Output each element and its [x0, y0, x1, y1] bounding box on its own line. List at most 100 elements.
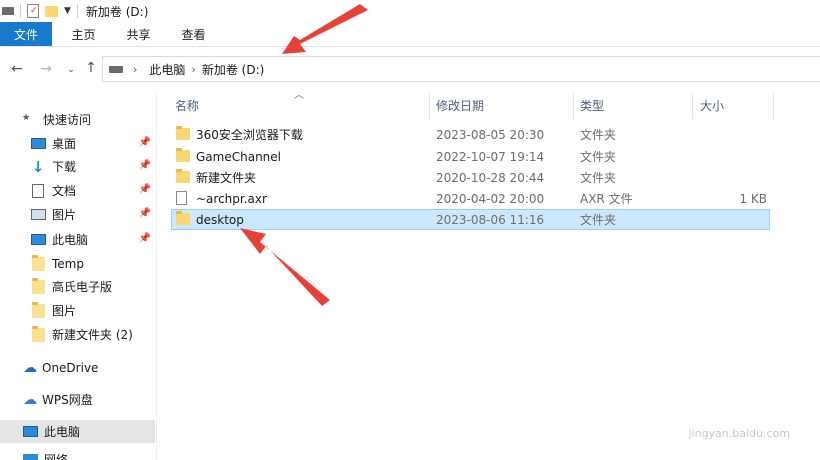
sidebar-item-label: 图片: [52, 208, 77, 222]
window-title: 新加卷 (D:): [85, 4, 149, 19]
sidebar-item-label: 新建文件夹 (2): [52, 328, 133, 342]
sidebar-item-downloads[interactable]: ↓ 下载 📌: [0, 155, 155, 178]
file-list: ︿ 名称 修改日期 类型 大小 360安全浏览器下载 2023-08-05 20…: [157, 90, 820, 460]
folder-icon: [176, 169, 190, 184]
toolbar-separator: [20, 4, 21, 18]
sidebar-item-label: 快速访问: [43, 113, 92, 127]
column-header-date[interactable]: 修改日期: [436, 91, 484, 119]
sidebar-item-label: WPS网盘: [42, 393, 93, 407]
column-header-size[interactable]: 大小: [700, 91, 724, 119]
drive-icon: [109, 65, 123, 73]
table-row[interactable]: GameChannel 2022-10-07 19:14 文件夹: [171, 146, 771, 167]
sidebar-item-label: Temp: [52, 256, 84, 271]
file-name: desktop: [196, 212, 244, 227]
sidebar-item-label: 文档: [52, 184, 77, 198]
back-button[interactable]: ←: [8, 60, 26, 78]
sidebar-item-onedrive[interactable]: ☁ OneDrive: [0, 356, 155, 379]
tab-share[interactable]: 共享: [111, 22, 166, 46]
sidebar-item-label: 图片: [52, 304, 77, 318]
title-bar: ✓ ▼ 新加卷 (D:): [0, 0, 820, 22]
sidebar-item-pictures-folder[interactable]: 图片: [0, 299, 155, 322]
tab-home[interactable]: 主页: [56, 22, 111, 46]
sidebar-item-label: 桌面: [52, 137, 77, 151]
sidebar-item-this-pc-pinned[interactable]: 此电脑 📌: [0, 228, 155, 251]
download-icon: ↓: [31, 157, 45, 176]
recent-locations-chevron-icon[interactable]: ⌄: [62, 61, 80, 79]
file-icon: [176, 191, 190, 205]
navigation-bar: ← → ⌄ ↑ › 此电脑 › 新加卷 (D:): [0, 47, 820, 91]
network-icon: [22, 451, 38, 460]
column-divider[interactable]: [573, 93, 574, 119]
computer-icon: [30, 232, 46, 248]
folder-icon: [30, 254, 46, 272]
folder-icon: [30, 301, 46, 319]
address-bar[interactable]: › 此电脑 › 新加卷 (D:): [102, 56, 820, 82]
file-date: 2020-10-28 20:44: [436, 170, 545, 185]
desktop-icon: [30, 136, 46, 152]
file-type: 文件夹: [580, 128, 617, 142]
pin-icon: 📌: [138, 160, 151, 171]
breadcrumb-this-pc[interactable]: 此电脑: [143, 61, 191, 78]
sidebar-item-label: OneDrive: [42, 360, 99, 375]
customize-toolbar-icon[interactable]: ▼: [64, 6, 71, 16]
folder-icon: [176, 148, 190, 163]
quick-access-toolbar: ✓ ▼: [0, 4, 78, 18]
file-type: 文件夹: [580, 150, 617, 164]
sidebar-item-wps[interactable]: ☁ WPS网盘: [0, 388, 155, 411]
sidebar-item-desktop[interactable]: 桌面 📌: [0, 132, 155, 155]
column-header-name[interactable]: 名称: [175, 91, 199, 119]
properties-icon[interactable]: ✓: [27, 4, 39, 18]
sidebar-item-pictures[interactable]: 图片 📌: [0, 203, 155, 226]
folder-icon: [30, 277, 46, 295]
breadcrumb-chevron-icon[interactable]: ›: [133, 63, 137, 76]
up-button[interactable]: ↑: [82, 59, 100, 77]
table-row[interactable]: 360安全浏览器下载 2023-08-05 20:30 文件夹: [171, 124, 771, 145]
file-type: 文件夹: [580, 213, 617, 227]
sidebar-item-gaoshi[interactable]: 高氏电子版: [0, 275, 155, 298]
tab-file[interactable]: 文件: [0, 22, 52, 46]
sidebar-item-label: 高氏电子版: [52, 280, 113, 294]
cloud-icon: ☁: [23, 359, 37, 376]
sidebar-item-label: 下载: [52, 160, 77, 174]
column-divider[interactable]: [429, 93, 430, 119]
column-divider[interactable]: [692, 93, 693, 119]
computer-icon: [22, 424, 38, 440]
sort-ascending-icon: ︿: [294, 90, 304, 101]
toolbar-separator: [76, 4, 78, 18]
folder-icon: [176, 211, 190, 226]
breadcrumb-drive-d[interactable]: 新加卷 (D:): [196, 61, 270, 78]
forward-button[interactable]: →: [37, 60, 55, 78]
table-row[interactable]: 新建文件夹 2020-10-28 20:44 文件夹: [171, 167, 771, 188]
ribbon-tabs: 文件 主页 共享 查看: [0, 22, 820, 47]
folder-icon: [30, 325, 46, 343]
tab-view[interactable]: 查看: [166, 22, 221, 46]
file-date: 2023-08-05 20:30: [436, 127, 545, 142]
sidebar-item-label: 网络: [44, 453, 69, 460]
sidebar-item-documents[interactable]: 文档 📌: [0, 179, 155, 202]
sidebar-item-new-folder-2[interactable]: 新建文件夹 (2): [0, 323, 155, 346]
file-name: 360安全浏览器下载: [196, 128, 303, 142]
table-row-selected[interactable]: desktop 2023-08-06 11:16 文件夹: [171, 209, 770, 230]
file-name: 新建文件夹: [196, 171, 257, 185]
file-date: 2023-08-06 11:16: [436, 212, 545, 227]
document-icon: [30, 183, 46, 199]
pin-icon: 📌: [138, 208, 151, 219]
column-header-type[interactable]: 类型: [580, 91, 604, 119]
sidebar-item-label: 此电脑: [44, 425, 81, 439]
pin-icon: 📌: [138, 184, 151, 195]
sidebar-item-label: 此电脑: [52, 233, 89, 247]
navigation-pane: ★ 快速访问 桌面 📌 ↓ 下载 📌 文档 📌 图片 📌 此电脑 📌 Temp: [0, 91, 157, 460]
column-divider[interactable]: [773, 93, 774, 119]
pictures-icon: [30, 207, 46, 223]
sidebar-item-temp[interactable]: Temp: [0, 252, 155, 275]
sidebar-item-quick-access[interactable]: 快速访问: [0, 108, 155, 131]
sidebar-item-network-partial[interactable]: 网络: [0, 451, 155, 460]
folder-icon: [176, 126, 190, 141]
table-row[interactable]: ~archpr.axr 2020-04-02 20:00 AXR 文件 1 KB: [171, 188, 771, 209]
watermark-text: jingyan.baidu.com: [688, 427, 790, 440]
new-folder-icon[interactable]: [45, 5, 58, 17]
file-type: 文件夹: [580, 171, 617, 185]
file-type: AXR 文件: [580, 192, 633, 206]
sidebar-item-this-pc[interactable]: 此电脑: [0, 420, 155, 443]
file-date: 2022-10-07 19:14: [436, 149, 545, 164]
